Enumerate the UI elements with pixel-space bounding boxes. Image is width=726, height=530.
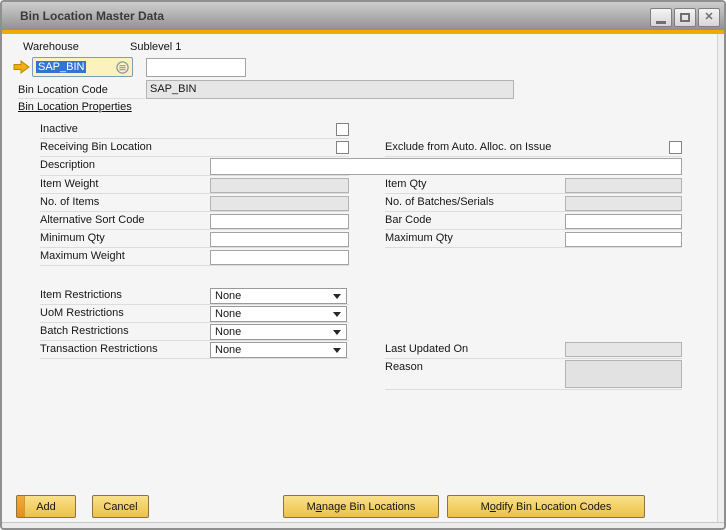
item-weight-label: Item Weight [40,178,99,190]
bin-location-code-row: Bin Location Code [18,82,145,99]
maximum-qty-label: Maximum Qty [385,232,453,244]
batch-restrictions-dropdown[interactable]: None [210,324,347,340]
minimum-qty-label: Minimum Qty [40,232,105,244]
choose-from-list-icon[interactable] [116,61,129,74]
manage-bin-locations-label: Manage Bin Locations [307,501,416,513]
uom-restrictions-label: UoM Restrictions [40,307,124,319]
bin-location-code-label: Bin Location Code [18,84,108,96]
exclude-checkbox[interactable] [669,141,682,154]
item-restrictions-value: None [215,290,241,302]
inactive-label: Inactive [40,123,78,135]
chevron-down-icon [333,294,341,299]
link-arrow-icon[interactable] [13,60,30,74]
close-button[interactable]: ✕ [698,8,720,27]
receiving-checkbox[interactable] [336,141,349,154]
warehouse-value: SAP_BIN [36,61,86,73]
row-inactive: Inactive [40,121,349,139]
alt-sort-code-label: Alternative Sort Code [40,214,145,226]
last-updated-field [565,342,682,357]
warehouse-field[interactable]: SAP_BIN [32,57,133,77]
bar-code-input[interactable] [565,214,682,229]
chevron-down-icon [333,348,341,353]
default-button-indicator [17,496,25,517]
minimum-qty-input[interactable] [210,232,349,247]
no-of-batches-label: No. of Batches/Serials [385,196,494,208]
window-title: Bin Location Master Data [20,9,164,23]
add-button-label: Add [36,501,56,513]
description-label: Description [40,159,95,171]
maximize-icon [680,13,690,22]
reason-field [565,360,682,388]
titlebar[interactable]: Bin Location Master Data [2,2,724,30]
item-restrictions-label: Item Restrictions [40,289,122,301]
item-qty-field [565,178,682,193]
bin-location-master-data-window: Bin Location Master Data ✕ Warehouse Sub… [0,0,726,530]
chevron-down-icon [333,330,341,335]
chevron-down-icon [333,312,341,317]
minimize-button[interactable] [650,8,672,27]
item-qty-label: Item Qty [385,178,427,190]
last-updated-label: Last Updated On [385,343,468,355]
manage-bin-locations-button[interactable]: Manage Bin Locations [283,495,439,518]
transaction-restrictions-label: Transaction Restrictions [40,343,158,355]
row-receiving: Receiving Bin Location [40,139,349,157]
warehouse-label: Warehouse [23,41,79,53]
no-of-batches-field [565,196,682,211]
batch-restrictions-label: Batch Restrictions [40,325,129,337]
minimize-icon [656,21,666,24]
description-input[interactable] [210,158,682,175]
window-bottom-edge [2,522,724,528]
row-exclude: Exclude from Auto. Alloc. on Issue [385,139,682,157]
exclude-label: Exclude from Auto. Alloc. on Issue [385,141,551,153]
no-of-items-label: No. of Items [40,196,99,208]
reason-label: Reason [385,361,423,373]
section-title: Bin Location Properties [18,101,132,113]
accent-line [2,30,724,34]
uom-restrictions-value: None [215,308,241,320]
sublevel-input[interactable] [146,58,246,77]
inactive-checkbox[interactable] [336,123,349,136]
maximize-button[interactable] [674,8,696,27]
uom-restrictions-dropdown[interactable]: None [210,306,347,322]
transaction-restrictions-value: None [215,344,241,356]
no-of-items-field [210,196,349,211]
modify-bin-location-codes-button[interactable]: Modify Bin Location Codes [447,495,645,518]
maximum-weight-label: Maximum Weight [40,250,125,262]
alt-sort-code-input[interactable] [210,214,349,229]
batch-restrictions-value: None [215,326,241,338]
item-restrictions-dropdown[interactable]: None [210,288,347,304]
modify-bin-location-codes-label: Modify Bin Location Codes [481,501,612,513]
add-button[interactable]: Add [16,495,76,518]
maximum-qty-input[interactable] [565,232,682,247]
cancel-button[interactable]: Cancel [92,495,149,518]
receiving-label: Receiving Bin Location [40,141,152,153]
transaction-restrictions-dropdown[interactable]: None [210,342,347,358]
bar-code-label: Bar Code [385,214,431,226]
sublevel-label: Sublevel 1 [130,41,181,53]
window-right-edge [717,34,724,522]
maximum-weight-input[interactable] [210,250,349,265]
bin-location-code-field: SAP_BIN [146,80,514,99]
close-icon: ✕ [704,12,713,23]
cancel-button-label: Cancel [103,501,137,513]
item-weight-field [210,178,349,193]
